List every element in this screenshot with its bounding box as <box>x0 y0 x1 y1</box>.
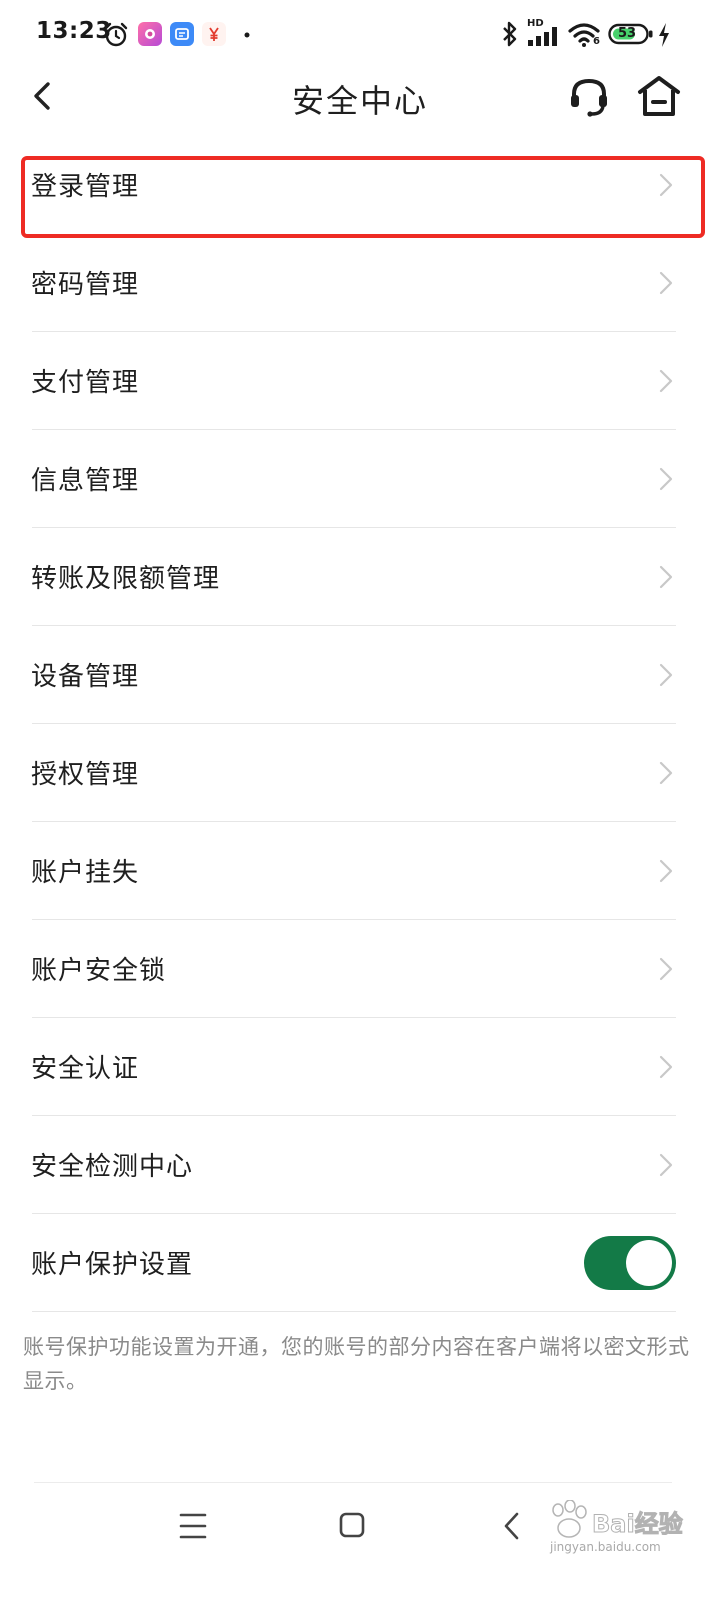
chevron-right-icon <box>659 565 673 589</box>
menu-item-label: 账户安全锁 <box>31 956 167 986</box>
chevron-right-icon <box>659 271 673 295</box>
chevron-right-icon <box>659 663 673 687</box>
menu-item-label: 登录管理 <box>31 172 140 202</box>
baidu-jingyan-watermark: Bai经验 jingyan.baidu.com <box>540 1500 690 1560</box>
menu-item-label: 账户保护设置 <box>31 1250 194 1280</box>
status-time: 13:23 <box>36 18 112 44</box>
yuan-app-icon <box>202 22 226 46</box>
customer-service-button[interactable] <box>566 74 612 120</box>
divider <box>32 1311 676 1312</box>
back-nav-button[interactable] <box>486 1500 538 1552</box>
menu-item-label: 信息管理 <box>31 466 140 496</box>
bluetooth-icon <box>503 21 517 47</box>
menu-item-device-management[interactable]: 设备管理 <box>0 626 720 724</box>
chevron-right-icon <box>659 761 673 785</box>
watermark-subtext: jingyan.baidu.com <box>550 1540 661 1554</box>
menu-item-login-management[interactable]: 登录管理 <box>0 136 720 234</box>
chevron-right-icon <box>659 1055 673 1079</box>
toggle-knob <box>626 1240 672 1286</box>
home-button[interactable] <box>634 72 684 120</box>
chevron-right-icon <box>659 369 673 393</box>
menu-item-info-management[interactable]: 信息管理 <box>0 430 720 528</box>
menu-item-account-loss-report[interactable]: 账户挂失 <box>0 822 720 920</box>
menu-item-label: 支付管理 <box>31 368 140 398</box>
menu-item-label: 安全检测中心 <box>31 1152 194 1182</box>
status-bar: 13:23 HD 6 53 <box>0 0 720 64</box>
menu-lines-icon <box>179 1513 207 1539</box>
battery-level-text: 53 <box>618 26 637 41</box>
charging-bolt-icon <box>659 23 669 47</box>
chevron-right-icon <box>659 957 673 981</box>
home-icon <box>638 76 680 116</box>
menu-item-account-protection-settings: 账户保护设置 <box>0 1214 720 1312</box>
menu-item-account-security-lock[interactable]: 账户安全锁 <box>0 920 720 1018</box>
chevron-right-icon <box>659 173 673 197</box>
screen: 13:23 HD 6 53 安全中心 登录管理 密码管理 支付管理 信息管理 转… <box>0 0 720 1600</box>
security-menu-list: 登录管理 密码管理 支付管理 信息管理 转账及限额管理 设备管理 授权管理 账户… <box>0 136 720 1312</box>
header: 安全中心 <box>0 64 720 128</box>
menu-item-password-management[interactable]: 密码管理 <box>0 234 720 332</box>
recent-apps-button[interactable] <box>167 1500 219 1552</box>
menu-item-security-detection-center[interactable]: 安全检测中心 <box>0 1116 720 1214</box>
chevron-right-icon <box>659 467 673 491</box>
tieba-icon <box>170 22 194 46</box>
chevron-right-icon <box>659 859 673 883</box>
menu-item-transfer-limit-management[interactable]: 转账及限额管理 <box>0 528 720 626</box>
signal-icon <box>528 27 557 46</box>
app-notification-icon <box>138 22 162 46</box>
menu-item-security-authentication[interactable]: 安全认证 <box>0 1018 720 1116</box>
back-triangle-icon <box>504 1512 519 1540</box>
square-home-icon <box>339 1512 365 1538</box>
protection-note-text: 账号保护功能设置为开通，您的账号的部分内容在客户端将以密文形式显示。 <box>23 1335 690 1393</box>
more-notifications-dot-icon <box>244 32 250 38</box>
menu-item-payment-management[interactable]: 支付管理 <box>0 332 720 430</box>
menu-item-label: 设备管理 <box>31 662 140 692</box>
wifi-label: 6 <box>593 36 600 47</box>
menu-item-label: 授权管理 <box>31 760 140 790</box>
alarm-icon <box>104 22 128 47</box>
headset-icon <box>571 78 607 117</box>
nav-divider <box>34 1482 672 1483</box>
page-title: 安全中心 <box>291 82 428 120</box>
menu-item-label: 密码管理 <box>31 270 140 300</box>
account-protection-toggle[interactable] <box>584 1236 676 1290</box>
paw-logo-icon <box>552 1500 587 1538</box>
chevron-right-icon <box>659 1153 673 1177</box>
menu-item-label: 安全认证 <box>31 1054 140 1084</box>
menu-item-label: 转账及限额管理 <box>31 564 221 594</box>
home-nav-button[interactable] <box>326 1500 378 1552</box>
menu-item-authorization-management[interactable]: 授权管理 <box>0 724 720 822</box>
menu-item-label: 账户挂失 <box>31 858 140 888</box>
watermark-text: Bai经验 <box>592 1510 684 1539</box>
